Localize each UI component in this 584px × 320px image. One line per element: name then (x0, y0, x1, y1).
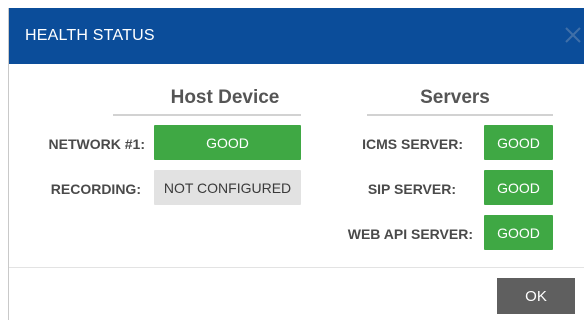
network-label: NETWORK #1: (48, 136, 145, 152)
footer-divider (9, 267, 584, 268)
servers-divider (367, 114, 553, 116)
web-api-server-status-badge: GOOD (484, 215, 553, 250)
icms-server-label: ICMS SERVER: (362, 136, 463, 152)
sip-server-status-badge: GOOD (484, 170, 553, 205)
icms-server-status-badge: GOOD (484, 125, 553, 160)
dialog-title: HEALTH STATUS (25, 27, 155, 44)
recording-label: RECORDING: (50, 181, 141, 197)
host-device-heading: Host Device (170, 87, 280, 108)
servers-heading: Servers (420, 87, 490, 108)
recording-status-badge: NOT CONFIGURED (154, 170, 301, 205)
close-icon[interactable] (558, 20, 584, 50)
network-status-badge: GOOD (154, 125, 301, 160)
web-api-server-label: WEB API SERVER: (347, 226, 473, 242)
sip-server-label: SIP SERVER: (367, 181, 456, 197)
dialog-titlebar: HEALTH STATUS (9, 8, 584, 64)
host-device-divider (113, 114, 301, 116)
health-status-dialog: HEALTH STATUS Host Device NETWORK #1: GO… (8, 8, 584, 320)
ok-button[interactable]: OK (497, 278, 575, 314)
